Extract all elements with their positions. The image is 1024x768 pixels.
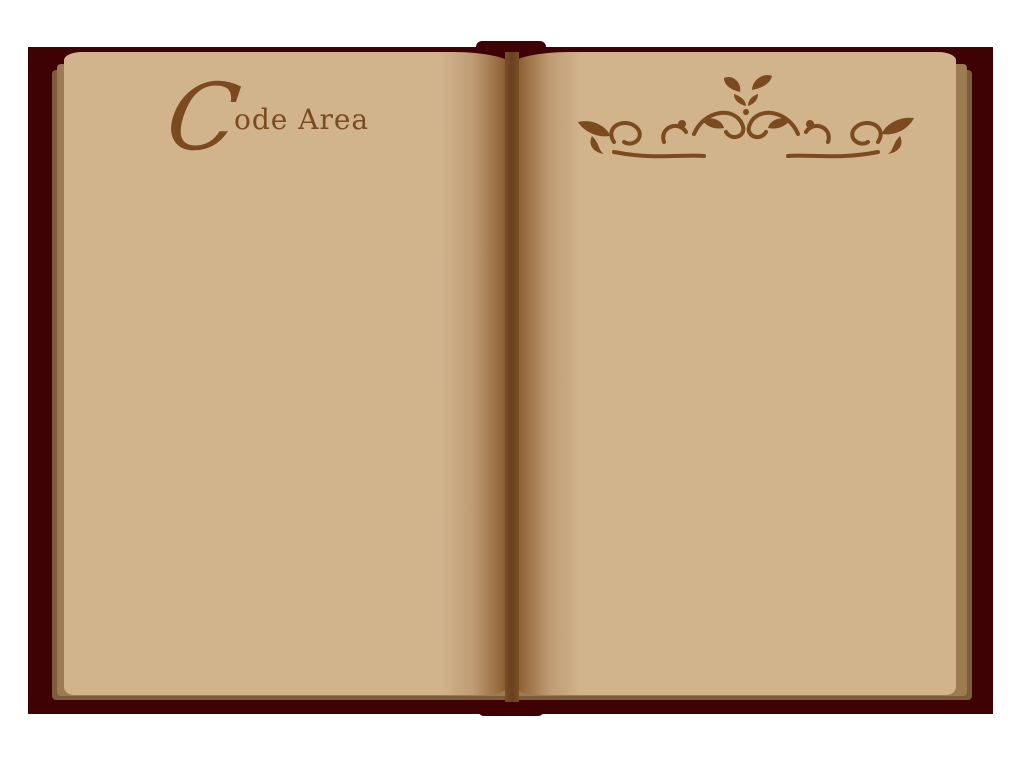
left-page [64, 52, 513, 695]
title-initial: C [160, 64, 246, 171]
book-spine-bottom [478, 700, 544, 716]
flourish-ornament-icon [578, 74, 914, 159]
book-gutter [505, 52, 519, 702]
title-text: ode Area [234, 103, 370, 136]
